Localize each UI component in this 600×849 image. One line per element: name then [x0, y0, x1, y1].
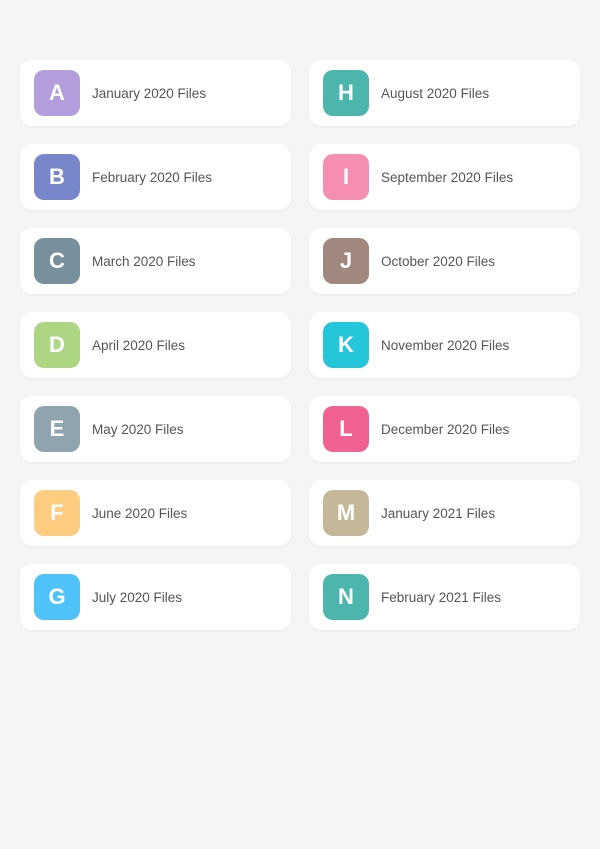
folder-label: April 2020 Files [92, 338, 185, 353]
folder-label: September 2020 Files [381, 170, 513, 185]
folder-item[interactable]: C March 2020 Files [20, 228, 291, 294]
folder-label: May 2020 Files [92, 422, 184, 437]
folder-item[interactable]: E May 2020 Files [20, 396, 291, 462]
folder-icon-box: G [34, 574, 80, 620]
folder-label: February 2021 Files [381, 590, 501, 605]
folder-item[interactable]: D April 2020 Files [20, 312, 291, 378]
folder-item[interactable]: F June 2020 Files [20, 480, 291, 546]
folder-icon-box: A [34, 70, 80, 116]
folder-icon-box: H [323, 70, 369, 116]
folder-icon-box: M [323, 490, 369, 536]
folder-label: October 2020 Files [381, 254, 495, 269]
folder-icon-box: N [323, 574, 369, 620]
folder-item[interactable]: I September 2020 Files [309, 144, 580, 210]
folder-item[interactable]: J October 2020 Files [309, 228, 580, 294]
folder-label: August 2020 Files [381, 86, 489, 101]
folder-label: January 2021 Files [381, 506, 495, 521]
folder-grid: A January 2020 Files H August 2020 Files B Fe… [20, 60, 580, 630]
folder-icon-box: B [34, 154, 80, 200]
folder-label: June 2020 Files [92, 506, 187, 521]
folder-icon-box: C [34, 238, 80, 284]
folder-item[interactable]: L December 2020 Files [309, 396, 580, 462]
folder-icon-box: J [323, 238, 369, 284]
folder-icon-box: I [323, 154, 369, 200]
folder-item[interactable]: H August 2020 Files [309, 60, 580, 126]
folder-icon-box: F [34, 490, 80, 536]
folder-label: December 2020 Files [381, 422, 509, 437]
folder-icon-box: L [323, 406, 369, 452]
folder-item[interactable]: M January 2021 Files [309, 480, 580, 546]
folder-icon-box: E [34, 406, 80, 452]
folder-label: March 2020 Files [92, 254, 196, 269]
folder-label: November 2020 Files [381, 338, 509, 353]
folder-label: February 2020 Files [92, 170, 212, 185]
folder-item[interactable]: A January 2020 Files [20, 60, 291, 126]
folder-item[interactable]: G July 2020 Files [20, 564, 291, 630]
folder-item[interactable]: B February 2020 Files [20, 144, 291, 210]
folder-icon-box: D [34, 322, 80, 368]
folder-icon-box: K [323, 322, 369, 368]
folder-label: January 2020 Files [92, 86, 206, 101]
folder-item[interactable]: N February 2021 Files [309, 564, 580, 630]
folder-item[interactable]: K November 2020 Files [309, 312, 580, 378]
folder-label: July 2020 Files [92, 590, 182, 605]
